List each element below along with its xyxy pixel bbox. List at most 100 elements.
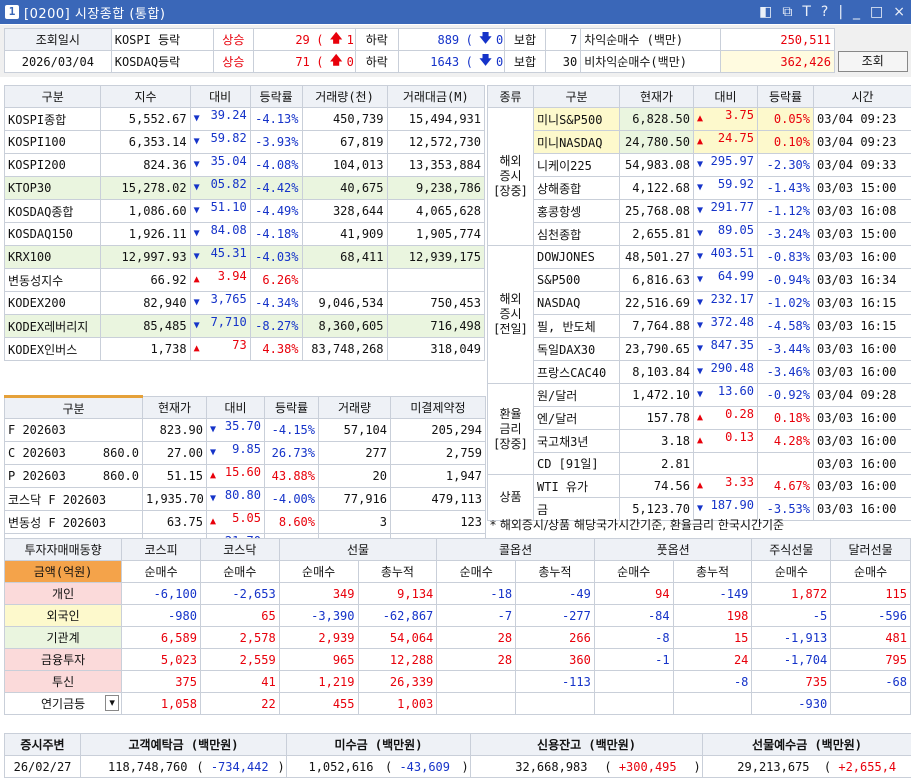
global-row[interactable]: 프랑스CAC408,103.84 290.48-3.46%03/03 16:00 — [488, 360, 911, 384]
env-value: 1,052,616 — [286, 755, 377, 778]
global-row[interactable]: S&P5006,816.63 64.99-0.94%03/03 16:34 — [488, 268, 911, 292]
summary-bar: 조회일시 KOSPI 등락 상승 29(🡅 1 하락 889(🡇 0 보합 7 차익순매수 (백만)… — [0, 25, 911, 77]
global-value: 54,983.08 — [619, 153, 694, 177]
global-time: 03/03 16:00 — [813, 245, 911, 269]
investor-value: 22 — [199, 692, 280, 715]
index-row[interactable]: KODEX레버리지85,485 7,710-8.27%8,360,605716,4… — [3, 314, 486, 338]
global-row[interactable]: 환율 금리 [장중]원/달러1,472.10 13.60-0.92%03/04 0… — [487, 383, 911, 475]
maximize-button[interactable]: □ — [870, 4, 883, 20]
global-row[interactable]: NASDAQ22,516.69 232.17-1.02%03/03 16:15 — [488, 291, 911, 315]
investor-value: -62,867 — [357, 604, 438, 627]
triangle-down-icon — [697, 385, 703, 406]
global-row[interactable]: 필, 반도체7,764.88 372.48-4.58%03/03 16:15 — [488, 314, 911, 338]
change-value: 372.48 — [710, 315, 754, 330]
arrow-up-icon: 🡅 — [327, 50, 344, 73]
index-row[interactable]: KOSPI200824.36 35.04-4.08%104,01313,353,8… — [3, 153, 486, 177]
global-row[interactable]: 독일DAX3023,790.65 847.35-3.44%03/03 16:00 — [488, 337, 911, 361]
index-row[interactable]: 변동성지수66.92 3.946.26% — [3, 268, 486, 292]
index-volume: 68,411 — [301, 245, 388, 269]
global-row[interactable]: 심천종합2,655.81 89.05-3.24%03/03 15:00 — [488, 222, 911, 246]
index-amount: 13,353,884 — [386, 153, 486, 177]
futures-change: 35.70 — [206, 418, 265, 442]
index-row[interactable]: KODEX인버스1,738 734.38%83,748,268318,049 — [3, 337, 486, 361]
futures-code: F 202603 — [8, 423, 66, 437]
global-name: 국고채3년 — [533, 429, 620, 453]
global-name: 독일DAX30 — [533, 337, 620, 361]
dropdown-arrow-icon[interactable]: ▾ — [105, 695, 120, 711]
env-header: 고객예탁금 (백만원) — [80, 733, 287, 756]
env-change: ( +2,655,4 — [812, 755, 908, 778]
investor-value: -5 — [751, 604, 832, 627]
index-row[interactable]: KOSPI종합5,552.67 39.24-4.13%450,73915,494,… — [3, 107, 486, 131]
investor-value: -7 — [436, 604, 517, 627]
change-value: 24.75 — [717, 131, 754, 146]
change-value: 84.08 — [210, 223, 247, 238]
investor-row[interactable]: 투신 375 41 1,219 26,339 -113 -8 735 -68 — [3, 670, 911, 693]
index-row[interactable]: KTOP3015,278.02 05.82-4.42%40,6759,238,78… — [3, 176, 486, 200]
close-button[interactable]: × — [893, 4, 905, 20]
futures-row[interactable]: P 202603 860.051.15 15.6043.88%201,947 — [4, 464, 486, 488]
global-row[interactable]: 해외 증시 [장중]미니S&P5006,828.503.750.05%03/04… — [487, 107, 911, 246]
triangle-down-icon — [194, 132, 200, 153]
investor-subheader: 총누적 — [515, 560, 595, 583]
index-row[interactable]: KOSDAQ1501,926.11 84.08-4.18%41,9091,905,… — [3, 222, 486, 246]
investor-label: 외국인 — [46, 609, 80, 623]
futures-row[interactable]: C 202603 860.027.00 9.8526.73%2772,759 — [4, 441, 486, 465]
investor-row[interactable]: 기관계 6,589 2,578 2,939 54,064 28 266 -8 15 -1,913 4… — [3, 626, 911, 649]
triangle-up-icon — [697, 132, 703, 153]
change-value: 13.60 — [717, 384, 754, 399]
font-size-icon[interactable]: T — [802, 4, 811, 20]
investor-row[interactable]: 연기금등 ▾ 1,058 22 455 1,003 -930 — [3, 692, 911, 715]
investor-value: -980 — [121, 604, 201, 627]
investor-title: 투자자매매동향 — [3, 538, 123, 561]
index-panel: 구분지수대비등락률거래량(천)거래대금(M) KOSPI종합5,552.67 39.… — [3, 85, 486, 361]
investor-row[interactable]: 개인 -6,100 -2,653 349 9,134 -18 -49 94 -149 1,872 1… — [3, 582, 911, 605]
global-value: 6,828.50 — [619, 107, 694, 131]
help-icon[interactable]: ? — [821, 4, 828, 20]
title-bar: 1 [0200] 시장종합 (통합) ◧ ⧉ T? | _ □ × — [0, 0, 911, 24]
layout-icon[interactable]: ◧ — [759, 4, 772, 20]
index-value: 66.92 — [100, 268, 191, 292]
global-row[interactable]: 니케이22554,983.08 295.97-2.30%03/04 09:33 — [488, 153, 911, 177]
env-header: 신용잔고 (백만원) — [469, 733, 704, 756]
triangle-down-icon — [697, 293, 703, 314]
copy-window-icon[interactable]: ⧉ — [782, 4, 792, 20]
futures-header: 미결제약정 — [390, 396, 486, 419]
triangle-up-icon — [194, 339, 200, 360]
global-value: 157.78 — [619, 406, 694, 430]
separator: | — [838, 4, 844, 20]
index-row[interactable]: KOSPI1006,353.14 59.82-3.93%67,81912,572,… — [3, 130, 486, 154]
index-row[interactable]: KOSDAQ종합1,086.60 51.10-4.49%328,6444,065,… — [3, 199, 486, 223]
global-row[interactable]: 엔/달러157.78 0.280.18%03/03 16:00 — [488, 406, 911, 430]
futures-name: 변동성 F 202603 — [4, 510, 143, 534]
flat-count: 30 — [544, 50, 582, 73]
minimize-button[interactable]: _ — [853, 4, 860, 20]
query-button[interactable]: 조회 — [837, 51, 908, 72]
rise-count: 29 — [252, 28, 313, 51]
global-row[interactable]: 미니NASDAQ24,780.50 24.750.10%03/04 09:23 — [488, 130, 911, 154]
global-time: 03/03 16:00 — [813, 406, 911, 430]
index-row[interactable]: KODEX20082,940 3,765-4.34%9,046,534750,45… — [3, 291, 486, 315]
env-change-value: -43,609 — [399, 759, 451, 774]
triangle-down-icon — [194, 178, 200, 199]
futures-row[interactable]: 코스닥 F 202603 1,935.70 80.80-4.00%77,916479… — [4, 487, 486, 511]
futures-row[interactable]: F 202603 823.90 35.70-4.15%57,104205,294 — [4, 418, 486, 442]
global-row[interactable]: CD [91일] 2.81 03/03 16:00 — [488, 452, 911, 475]
global-row[interactable]: 상품WTI 유가74.56 3.334.67%03/03 16:00 — [487, 474, 911, 521]
investor-row[interactable]: 외국인 -980 65 -3,390 -62,867 -7 -277 -84 198 -5 -596 — [3, 604, 911, 627]
index-row[interactable]: KRX10012,997.93 45.31-4.03%68,41112,939,1… — [3, 245, 486, 269]
global-row[interactable]: 상해종합4,122.68 59.92-1.43%03/03 15:00 — [488, 176, 911, 200]
global-row[interactable]: 해외 증시 [전일]DOWJONES48,501.27403.51-0.83%0… — [487, 245, 911, 384]
futures-row[interactable]: 변동성 F 202603 63.75 5.058.60%3123 — [4, 510, 486, 534]
global-rate: 4.67% — [757, 474, 814, 498]
env-value: 118,748,760 — [80, 755, 191, 778]
global-row[interactable]: 국고채3년3.18 0.134.28%03/03 16:00 — [488, 429, 911, 453]
global-change: 3.75 — [693, 107, 758, 131]
open-interest: 2,759 — [390, 441, 486, 465]
investor-row[interactable]: 금융투자 5,023 2,559 965 12,288 28 360 -1 24 -1,704 79… — [3, 648, 911, 671]
global-row[interactable]: 홍콩항셍25,768.08 291.77-1.12%03/03 16:08 — [488, 199, 911, 223]
index-amount: 9,238,786 — [386, 176, 486, 200]
investor-value: 54,064 — [357, 626, 438, 649]
rise-count: 71 — [252, 50, 313, 73]
triangle-down-icon — [194, 224, 200, 245]
